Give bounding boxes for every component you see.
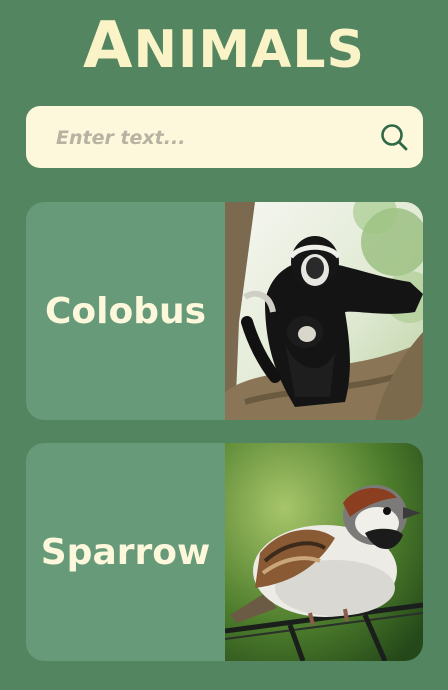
title-rest: NIMALS: [133, 20, 365, 80]
search-bar: [26, 106, 423, 170]
animal-card-colobus[interactable]: Colobus: [26, 202, 423, 420]
card-label: Colobus: [44, 290, 207, 332]
sparrow-photo: [225, 443, 423, 661]
search-icon[interactable]: [379, 122, 409, 152]
card-label: Sparrow: [40, 531, 211, 573]
page-title: ANIMALS: [0, 4, 448, 92]
title-initial: A: [83, 9, 134, 83]
animal-card-sparrow[interactable]: Sparrow: [26, 443, 423, 661]
search-input[interactable]: [54, 106, 378, 170]
colobus-photo: [225, 202, 423, 420]
